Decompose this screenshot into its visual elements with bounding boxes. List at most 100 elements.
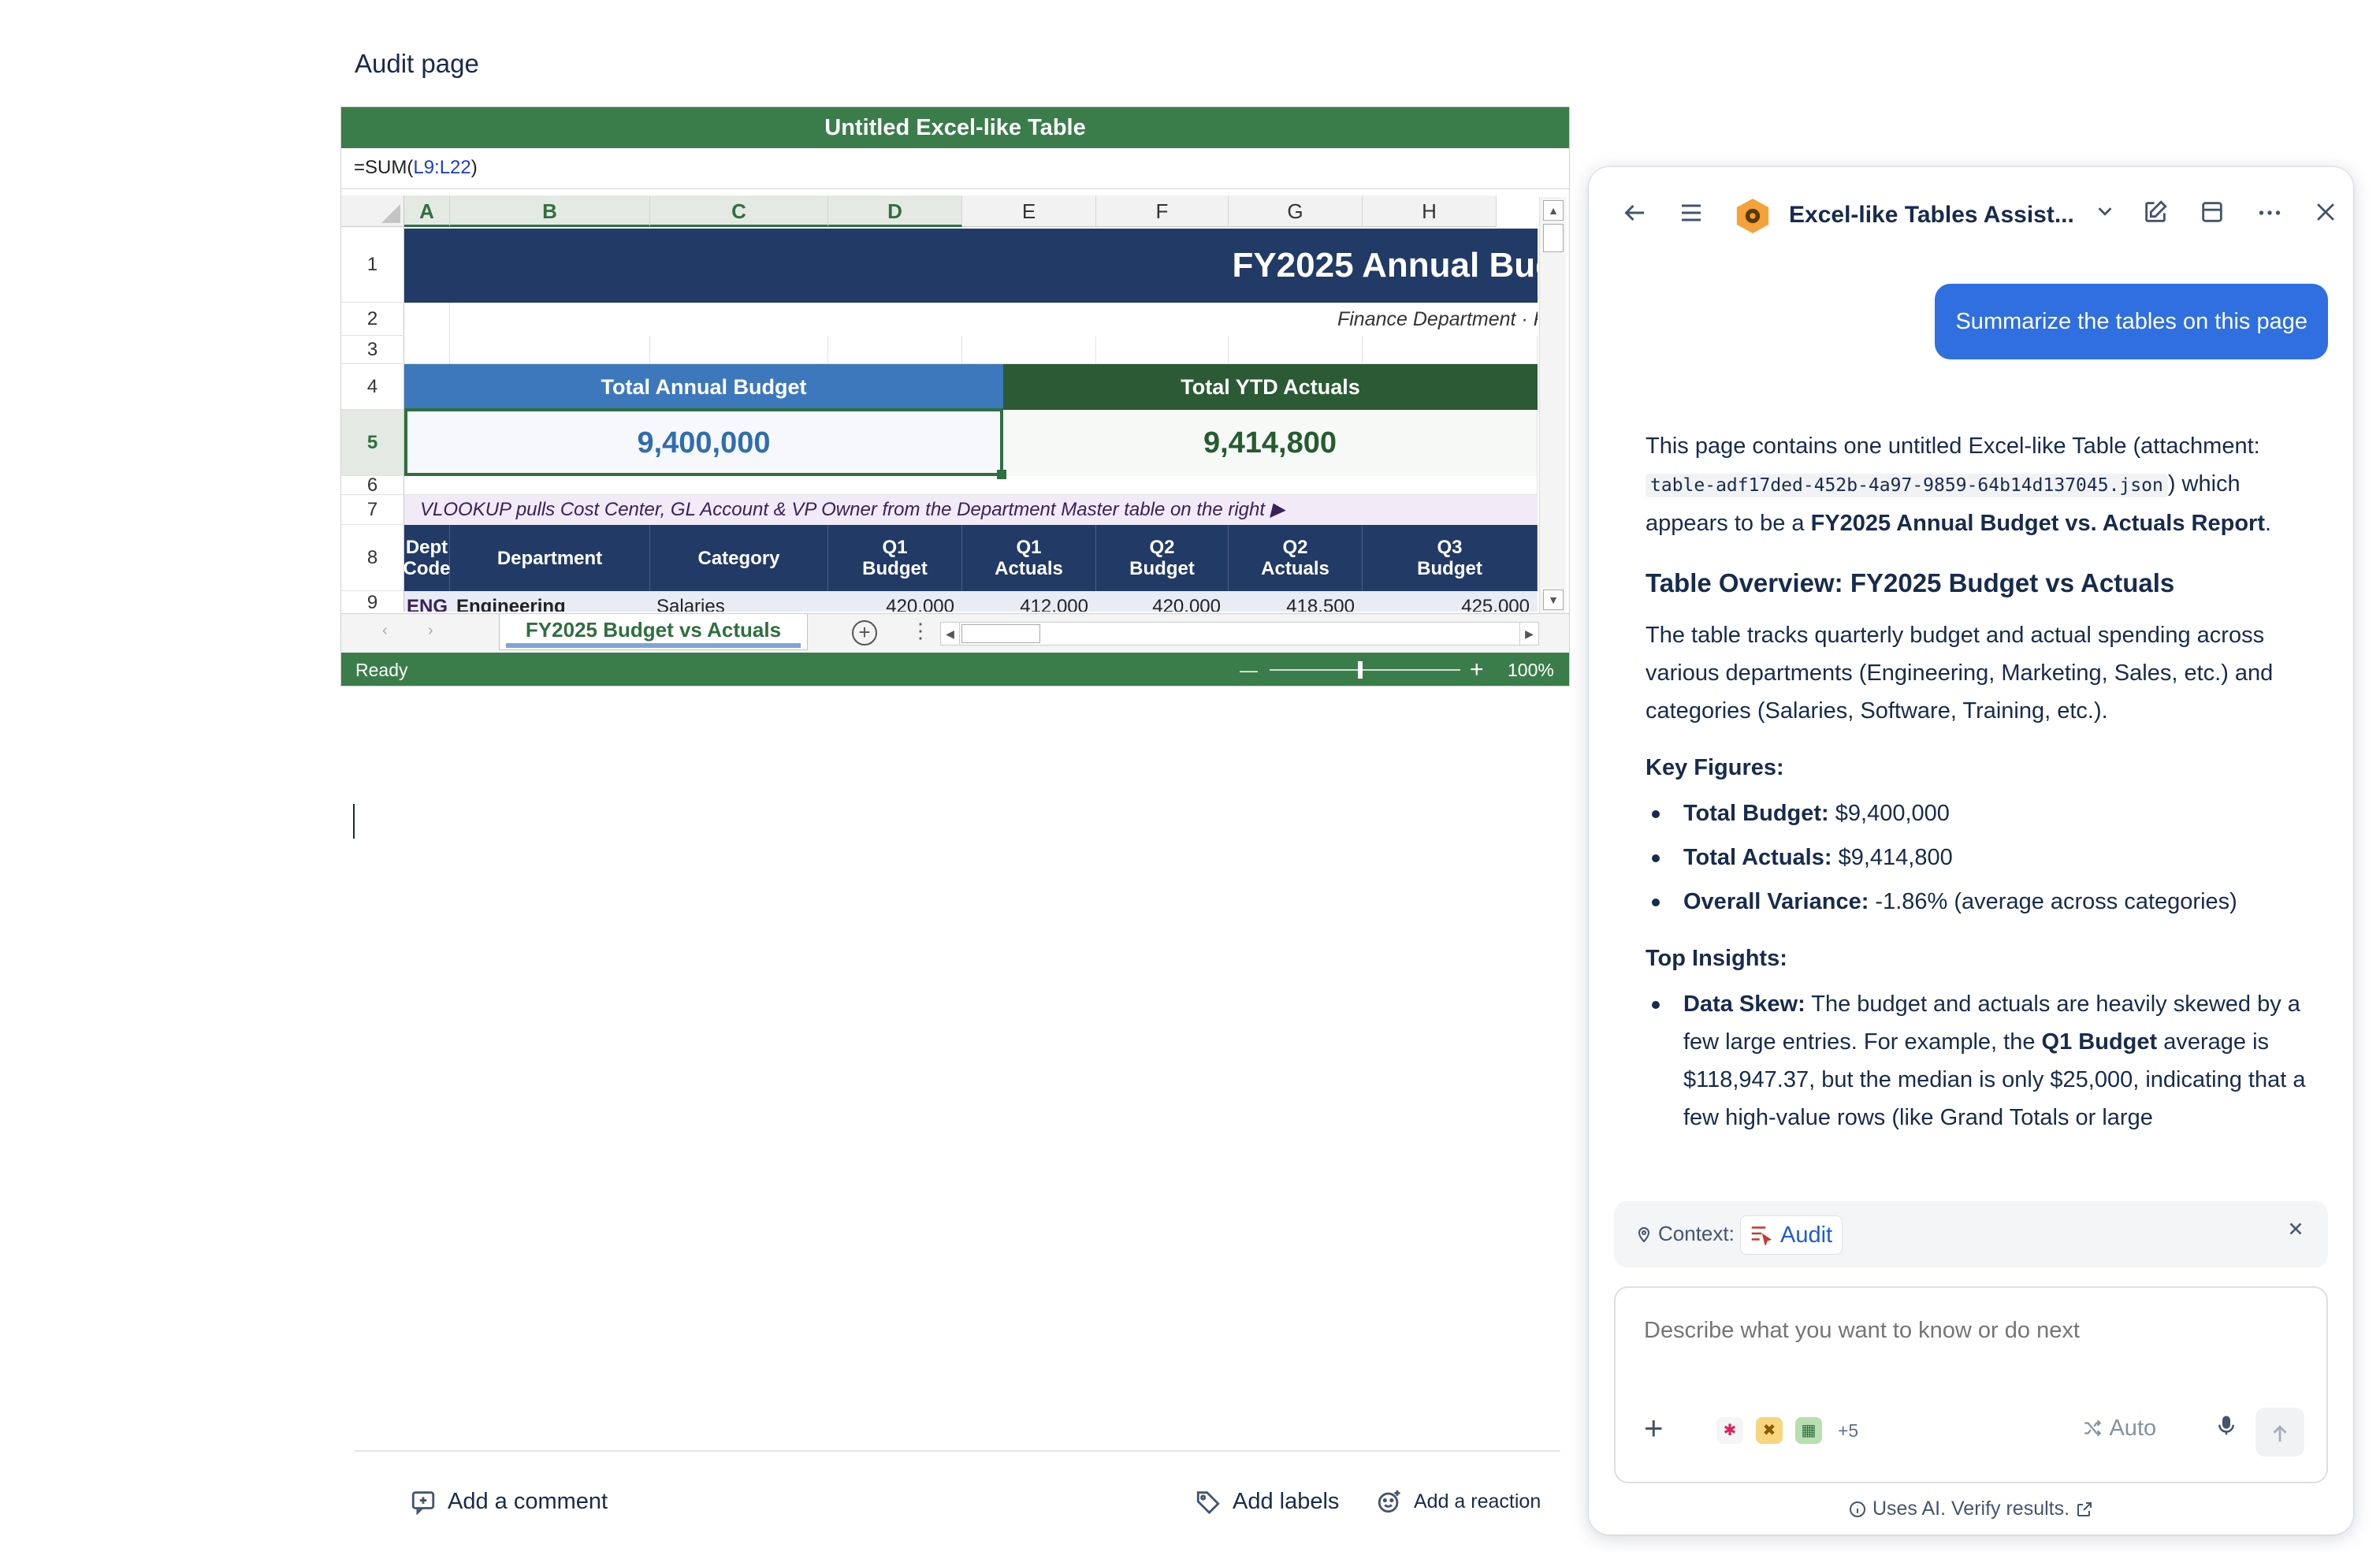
message-input[interactable] — [1644, 1318, 2290, 1344]
cell-q3-budget[interactable]: 425,000 — [1363, 591, 1538, 612]
row-header-8[interactable]: 8 — [341, 525, 404, 591]
zoom-slider-thumb[interactable] — [1358, 661, 1363, 679]
grid-cell[interactable] — [404, 476, 1538, 495]
report-banner-title[interactable]: FY2025 Annual Budget — [404, 229, 1538, 303]
grid-cell[interactable] — [1363, 336, 1538, 364]
grid-cell[interactable] — [1096, 336, 1229, 364]
info-icon — [1850, 1501, 1865, 1517]
grid-cell[interactable] — [450, 336, 650, 364]
back-arrow-icon[interactable] — [1620, 199, 1649, 234]
header-line1: Q1 — [1016, 537, 1042, 558]
row-header-6[interactable]: 6 — [341, 474, 404, 496]
scroll-up-icon[interactable]: ▲ — [1543, 200, 1564, 221]
spreadsheet-tool-icon[interactable]: ▦ — [1795, 1417, 1822, 1444]
scroll-right-icon[interactable]: ▶ — [1519, 623, 1538, 645]
add-sheet-icon[interactable]: + — [852, 620, 877, 646]
spreadsheet-grid[interactable]: A B C D E F G H 1 2 3 4 5 6 7 8 9 FY2025… — [341, 195, 1538, 612]
formula-bar[interactable]: =SUM(L9:L22) — [341, 148, 1569, 189]
sheet-menu-icon[interactable]: ⋮ — [910, 619, 931, 643]
row-header-3[interactable]: 3 — [341, 336, 404, 364]
cell-q2-budget[interactable]: 420,000 — [1096, 591, 1229, 612]
column-header-g[interactable]: G — [1229, 195, 1363, 227]
row-header-4[interactable]: 4 — [341, 364, 404, 410]
header-line1: Q2 — [1282, 537, 1308, 558]
header-line2: Budget — [862, 558, 928, 579]
grid-cell[interactable] — [650, 336, 828, 364]
row-header-1[interactable]: 1 — [341, 227, 404, 303]
insights-heading: Top Insights: — [1646, 946, 1787, 971]
remove-context-icon[interactable] — [2285, 1219, 2306, 1245]
grid-cell[interactable] — [962, 336, 1096, 364]
row-header-9[interactable]: 9 — [341, 591, 404, 612]
header-q2-actuals[interactable]: Q2 Actuals — [1229, 525, 1363, 591]
more-options-icon[interactable] — [2255, 199, 2284, 234]
horizontal-scrollbar[interactable]: ◀ ▶ — [940, 622, 1539, 646]
sheet-tab-active[interactable]: FY2025 Budget vs Actuals — [499, 614, 808, 650]
status-text: Ready — [355, 660, 408, 680]
assistant-title[interactable]: Excel-like Tables Assist... — [1789, 202, 2074, 229]
zoom-out-icon[interactable]: — — [1240, 653, 1258, 686]
kpi-actuals-label[interactable]: Total YTD Actuals — [1003, 364, 1538, 410]
arrow-up-icon — [2273, 1425, 2287, 1442]
cell-dept-code[interactable]: ENG — [404, 591, 450, 612]
send-button[interactable] — [2255, 1408, 2304, 1457]
header-category[interactable]: Category — [650, 525, 828, 591]
add-labels-button[interactable]: Add labels — [1195, 1488, 1339, 1515]
editor-text-caret[interactable] — [353, 804, 355, 839]
microphone-icon[interactable] — [2215, 1412, 2238, 1446]
vlookup-note[interactable]: VLOOKUP pulls Cost Center, GL Account & … — [404, 495, 1538, 525]
active-cell-selection[interactable] — [404, 408, 1006, 479]
select-all-corner[interactable] — [341, 195, 404, 227]
column-header-b[interactable]: B — [450, 195, 650, 227]
header-q1-actuals[interactable]: Q1 Actuals — [962, 525, 1096, 591]
report-subtitle[interactable]: Finance Department · Fiscal — [404, 303, 1538, 336]
column-header-d[interactable]: D — [828, 195, 962, 227]
tool-integration-icon[interactable]: ✖ — [1756, 1417, 1783, 1444]
cell-q1-actuals[interactable]: 412,000 — [962, 591, 1096, 612]
row-header-7[interactable]: 7 — [341, 495, 404, 525]
chevron-down-icon[interactable] — [2093, 199, 2117, 230]
reply-intro-text: . — [2264, 511, 2272, 536]
zoom-in-icon[interactable]: + — [1470, 653, 1484, 686]
column-header-e[interactable]: E — [962, 195, 1096, 227]
grid-cell[interactable] — [828, 336, 962, 364]
prev-sheet-icon[interactable]: ‹ — [382, 622, 388, 640]
horizontal-scroll-thumb[interactable] — [961, 624, 1040, 643]
panel-layout-icon[interactable] — [2199, 199, 2226, 233]
cell-q2-actuals[interactable]: 418,500 — [1229, 591, 1363, 612]
header-dept-code[interactable]: Dept Code — [403, 525, 451, 591]
vertical-scroll-thumb[interactable] — [1543, 224, 1564, 252]
scroll-down-icon[interactable]: ▼ — [1543, 590, 1564, 610]
column-header-f[interactable]: F — [1096, 195, 1229, 227]
scroll-left-icon[interactable]: ◀ — [941, 623, 960, 645]
header-q1-budget[interactable]: Q1 Budget — [828, 525, 962, 591]
column-header-h[interactable]: H — [1363, 195, 1497, 227]
cell-department[interactable]: Engineering — [450, 591, 650, 612]
menu-icon[interactable] — [1677, 199, 1705, 234]
kpi-actuals-value[interactable]: 9,414,800 — [1003, 410, 1538, 476]
vertical-scrollbar[interactable]: ▲ ▼ — [1539, 197, 1566, 613]
add-reaction-button[interactable]: Add a reaction — [1376, 1488, 1541, 1515]
grid-cell[interactable] — [1229, 336, 1363, 364]
cell-q1-budget[interactable]: 420,000 — [828, 591, 962, 612]
new-chat-icon[interactable] — [2142, 199, 2169, 233]
header-q2-budget[interactable]: Q2 Budget — [1096, 525, 1229, 591]
kpi-budget-label[interactable]: Total Annual Budget — [404, 364, 1003, 410]
zoom-slider[interactable] — [1270, 669, 1460, 671]
row-header-2[interactable]: 2 — [341, 303, 404, 336]
close-icon[interactable] — [2312, 199, 2339, 233]
mode-selector[interactable]: Auto — [2081, 1416, 2156, 1442]
row-header-5[interactable]: 5 — [341, 410, 404, 476]
external-link-icon[interactable] — [2075, 1500, 2094, 1519]
attach-plus-icon[interactable]: + — [1644, 1412, 1664, 1445]
column-header-a[interactable]: A — [404, 195, 450, 227]
more-tools-count[interactable]: +5 — [1838, 1420, 1858, 1442]
cell-category[interactable]: Salaries — [650, 591, 828, 612]
next-sheet-icon[interactable]: › — [428, 622, 433, 640]
header-department[interactable]: Department — [450, 525, 650, 591]
column-header-c[interactable]: C — [650, 195, 828, 227]
slack-icon[interactable]: ✱ — [1716, 1417, 1743, 1444]
header-q3-budget[interactable]: Q3 Budget — [1363, 525, 1538, 591]
context-chip[interactable]: Audit — [1740, 1215, 1843, 1255]
add-comment-button[interactable]: Add a comment — [410, 1488, 608, 1515]
